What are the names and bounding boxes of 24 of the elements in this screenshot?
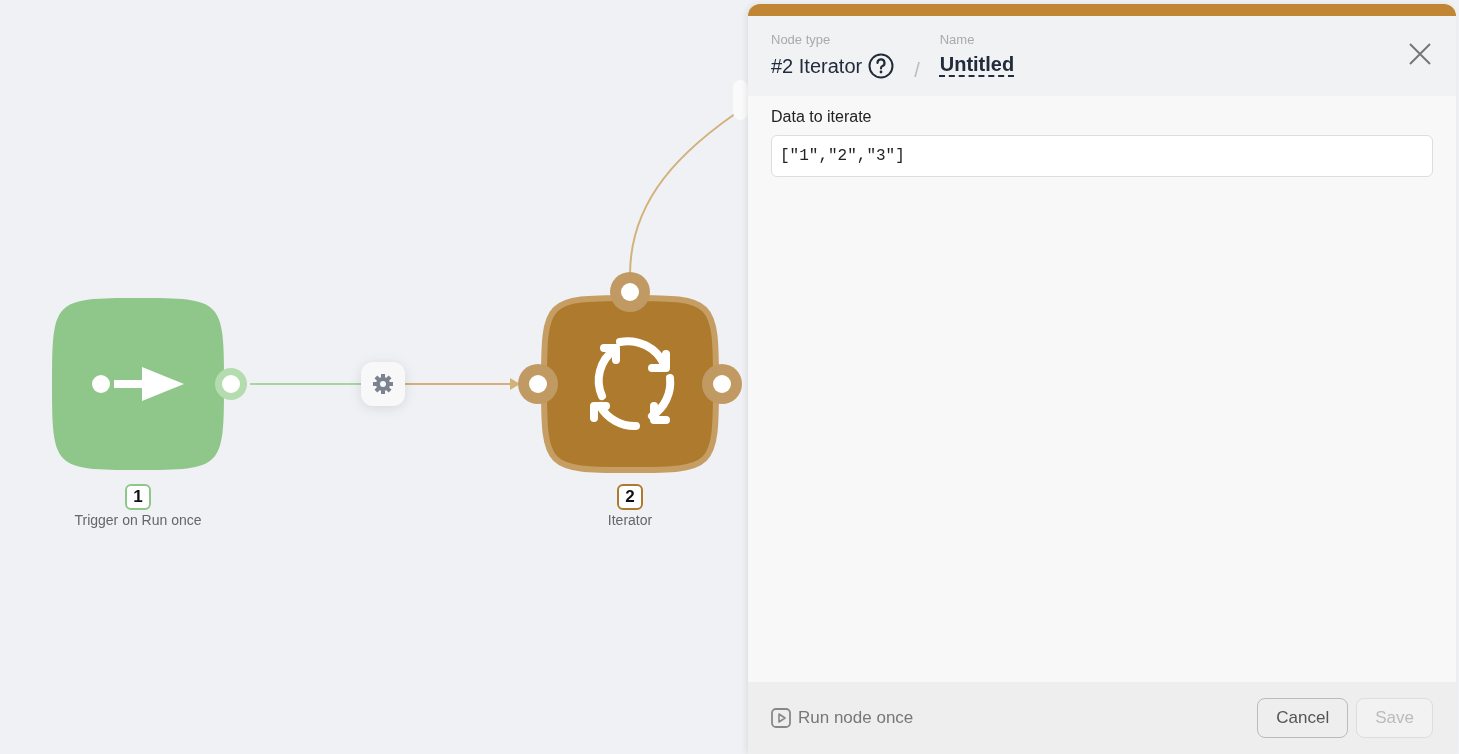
output-port[interactable] [215,368,247,400]
arrow-icon [92,367,184,401]
close-button[interactable] [1408,42,1432,66]
run-node-button[interactable]: Run node once [771,708,914,728]
cycle-arrows-icon [590,337,675,430]
output-port[interactable] [610,272,650,312]
field-caption: Name [939,32,976,47]
field-label: Data to iterate [771,108,873,126]
field-caption: Node type [771,32,832,47]
footer-button[interactable]: Cancel [1257,698,1349,738]
help-icon[interactable] [868,53,895,79]
input-port[interactable] [518,364,558,404]
gear-icon[interactable] [373,374,393,394]
play-icon [771,708,791,728]
node-label: Trigger on Run once [74,512,202,528]
node-number: 2 [617,484,643,510]
output-port[interactable] [702,364,742,404]
node-name[interactable]: Untitled [939,53,1015,76]
node-label: Iterator [607,512,653,528]
separator: / [914,59,920,82]
node-number: 1 [125,484,151,510]
node-type: #2 Iterator [771,54,863,78]
input-field[interactable]: ["1","2","3"] [771,135,1433,177]
trigger-node[interactable] [52,298,224,470]
